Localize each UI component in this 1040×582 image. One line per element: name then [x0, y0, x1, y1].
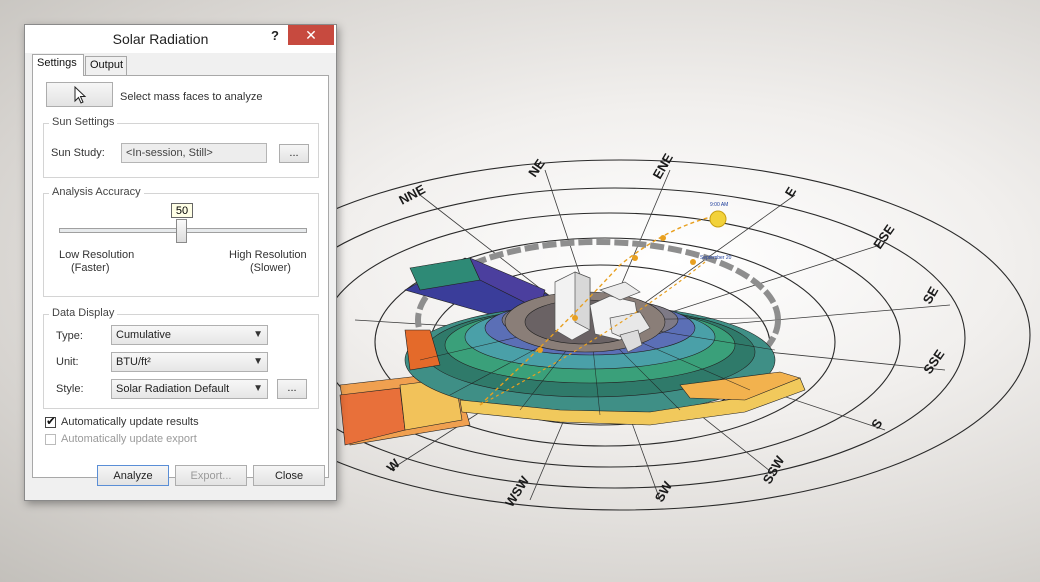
compass-label-ne: NE	[525, 156, 548, 180]
solar-radiation-dialog: Solar Radiation ? ✕ Settings Output Sele…	[24, 24, 337, 501]
close-button[interactable]: Close	[253, 465, 325, 486]
high-resolution-label: High Resolution	[229, 249, 307, 261]
sun-icon	[709, 210, 727, 228]
chevron-down-icon: ▼	[253, 329, 263, 340]
unit-select[interactable]: BTU/ft² ▼	[111, 352, 268, 372]
compass-label-nne: NNE	[396, 181, 428, 207]
auto-update-results-checkbox[interactable]: ✔	[45, 414, 57, 428]
data-display-title: Data Display	[49, 307, 118, 319]
low-resolution-label: Low Resolution	[59, 249, 135, 261]
sun-time-label: 9:00 AM	[710, 202, 728, 208]
auto-update-export-checkbox[interactable]	[45, 434, 56, 445]
compass-label-se: SE	[920, 284, 942, 307]
type-select[interactable]: Cumulative ▼	[111, 325, 268, 345]
accuracy-slider-thumb[interactable]	[176, 219, 187, 243]
high-resolution-sub: (Slower)	[250, 262, 291, 274]
dialog-title: Solar Radiation	[112, 31, 209, 47]
style-select[interactable]: Solar Radiation Default ▼	[111, 379, 268, 399]
chevron-down-icon: ▼	[253, 356, 263, 367]
low-resolution-sub: (Faster)	[71, 262, 110, 274]
checkmark-icon: ✔	[46, 414, 57, 428]
select-faces-button[interactable]	[46, 82, 113, 107]
compass-label-ene: ENE	[650, 151, 677, 182]
sun-study-label: Sun Study:	[51, 147, 105, 159]
sun-settings-title: Sun Settings	[49, 116, 118, 128]
auto-update-export-label: Automatically update export	[61, 433, 197, 445]
compass-label-wsw: WSW	[502, 473, 533, 510]
tab-output[interactable]: Output	[85, 56, 127, 75]
compass-label-e: E	[782, 184, 799, 200]
style-select-value: Solar Radiation Default	[116, 383, 230, 395]
export-button[interactable]: Export...	[175, 465, 247, 486]
accuracy-value: 50	[171, 203, 193, 218]
unit-select-value: BTU/ft²	[116, 356, 151, 368]
chevron-down-icon: ▼	[253, 383, 263, 394]
sun-date-label: September 20	[700, 255, 732, 261]
tab-output-label: Output	[90, 59, 124, 71]
tab-settings[interactable]: Settings	[32, 54, 84, 76]
close-icon[interactable]: ✕	[288, 25, 334, 45]
style-browse-button[interactable]: ...	[277, 379, 307, 399]
type-select-value: Cumulative	[116, 329, 172, 341]
select-faces-label: Select mass faces to analyze	[120, 91, 263, 103]
dialog-titlebar[interactable]: Solar Radiation ? ✕	[25, 25, 336, 53]
unit-label: Unit:	[56, 356, 79, 368]
compass-label-sw: SW	[652, 478, 676, 504]
analyze-button[interactable]: Analyze	[97, 465, 169, 486]
sun-study-field: <In-session, Still>	[121, 143, 267, 163]
accuracy-title: Analysis Accuracy	[49, 186, 144, 198]
auto-update-results-label: Automatically update results	[61, 416, 199, 428]
compass-label-w: W	[384, 455, 404, 475]
style-label: Style:	[56, 383, 84, 395]
sun-study-browse-button[interactable]: ...	[279, 144, 309, 163]
tab-settings-label: Settings	[37, 57, 77, 69]
compass-label-sse: SSE	[920, 347, 947, 377]
cursor-arrow-icon	[74, 86, 87, 104]
type-label: Type:	[56, 330, 83, 342]
help-button[interactable]: ?	[271, 28, 279, 43]
